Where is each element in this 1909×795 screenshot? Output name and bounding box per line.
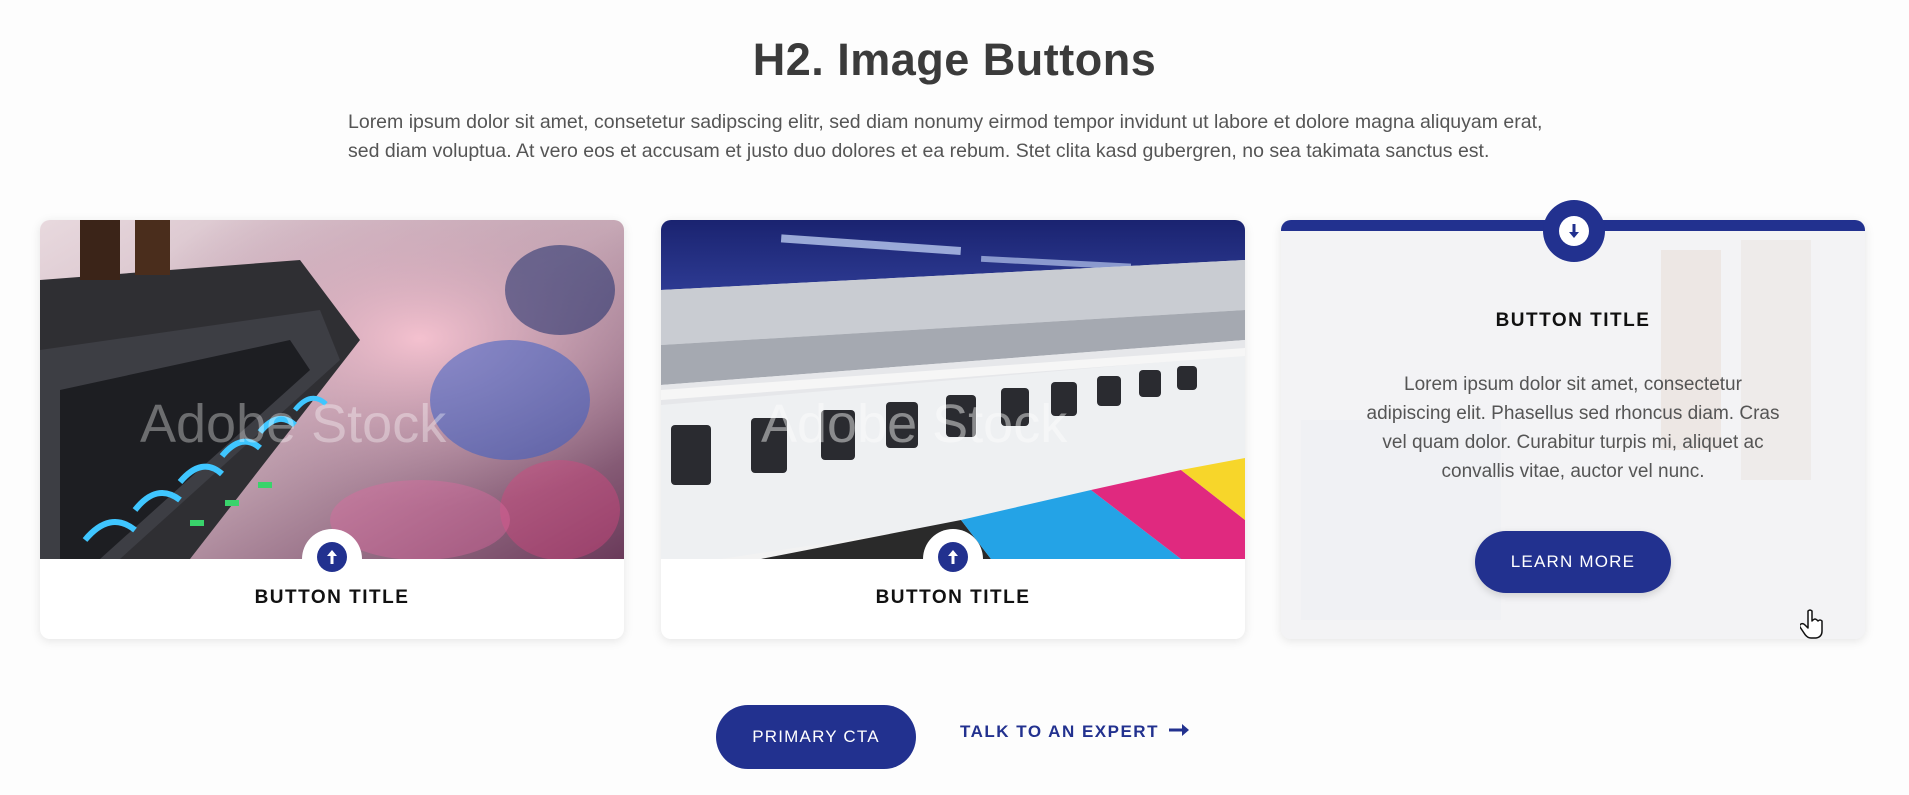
arrow-down-icon [1559, 216, 1589, 246]
badge [1543, 200, 1605, 262]
badge [923, 529, 983, 589]
section-heading: H2. Image Buttons [752, 34, 1157, 85]
wide-format-printer-photo: Adobe Stock [661, 220, 1245, 559]
card-title: BUTTON TITLE [1495, 310, 1651, 331]
printer-closeup-photo: Adobe Stock [40, 220, 624, 559]
card-title: BUTTON TITLE [875, 587, 1031, 608]
image-button-card-1[interactable]: Adobe Stock BUTTON TITLE [40, 220, 624, 639]
section-intro: Lorem ipsum dolor sit amet, consetetur s… [348, 111, 1543, 162]
arrow-right-icon [1168, 722, 1189, 742]
talk-to-expert-link[interactable]: TALK TO AN EXPERT [960, 720, 1189, 744]
arrow-up-icon [938, 542, 968, 572]
card-description: Lorem ipsum dolor sit amet, consectetur … [1366, 374, 1780, 482]
badge [302, 529, 362, 589]
hand-cursor-icon [1798, 609, 1826, 644]
card-title: BUTTON TITLE [254, 587, 410, 608]
image-button-card-2[interactable]: Adobe Stock BUTTON TITLE [661, 220, 1245, 639]
watermark-text: Adobe Stock [761, 394, 1068, 454]
primary-cta-button[interactable]: PRIMARY CTA [716, 705, 916, 769]
image-button-card-3[interactable]: BUTTON TITLE Lorem ipsum dolor sit amet,… [1281, 200, 1865, 639]
arrow-up-icon [317, 542, 347, 572]
learn-more-button[interactable]: LEARN MORE [1475, 531, 1671, 593]
watermark-text: Adobe Stock [140, 394, 447, 454]
talk-to-expert-label: TALK TO AN EXPERT [960, 722, 1159, 741]
